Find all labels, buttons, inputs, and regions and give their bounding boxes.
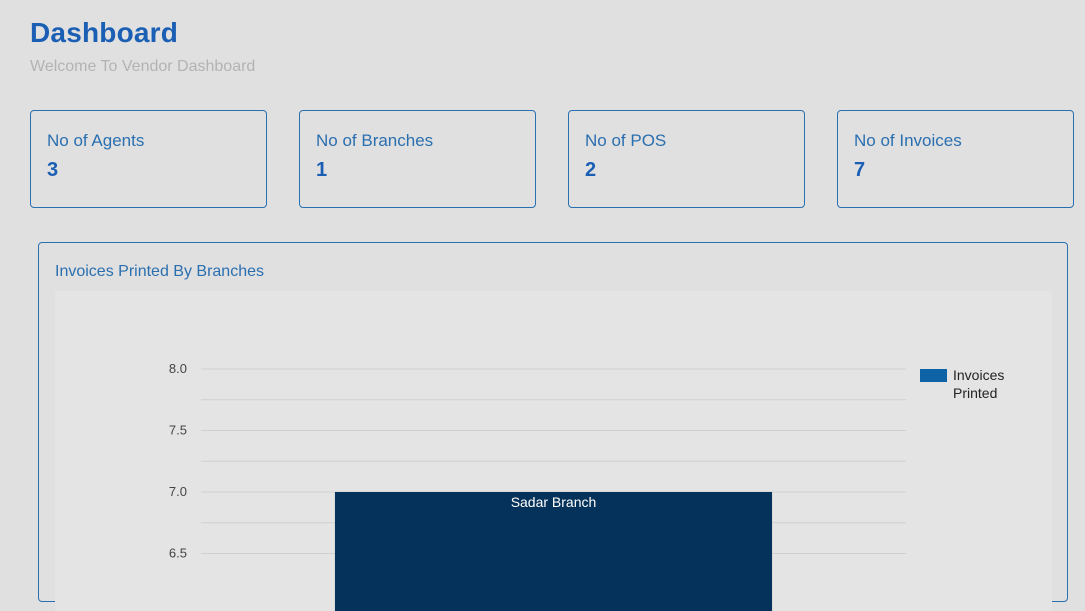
y-tick-label: 7.5	[169, 423, 187, 438]
stat-card-pos[interactable]: No of POS 2	[568, 110, 805, 208]
legend-label: Invoices	[953, 367, 1004, 383]
stat-card-invoices[interactable]: No of Invoices 7	[837, 110, 1074, 208]
y-tick-label: 7.0	[169, 484, 187, 499]
stat-value-agents: 3	[47, 159, 59, 181]
chart-panel: Invoices Printed By Branches 8.0 7.5 7.0 6.…	[38, 242, 1068, 611]
stat-label-branches: No of Branches	[316, 131, 434, 150]
bar-category-label: Sadar Branch	[511, 494, 597, 510]
stat-value-branches: 1	[316, 159, 328, 181]
stat-card-branches[interactable]: No of Branches 1	[299, 110, 536, 208]
stat-label-agents: No of Agents	[47, 131, 145, 150]
stat-card-agents[interactable]: No of Agents 3	[30, 110, 267, 208]
y-tick-label: 6.5	[169, 546, 187, 561]
chart-area: 8.0 7.5 7.0 6.5 Sadar Branch Invoices Printed	[55, 291, 1052, 611]
y-tick-label: 8.0	[169, 361, 187, 376]
chart-title: Invoices Printed By Branches	[55, 263, 264, 280]
stat-value-pos: 2	[585, 159, 597, 181]
page-title: Dashboard	[30, 17, 179, 48]
bar-chart: 8.0 7.5 7.0 6.5 Sadar Branch Invoices Printed	[169, 361, 1004, 611]
stat-value-invoices: 7	[854, 159, 866, 181]
legend-label: Printed	[953, 385, 997, 401]
stat-label-pos: No of POS	[585, 131, 667, 150]
page-subtitle: Welcome To Vendor Dashboard	[30, 58, 256, 75]
legend-swatch	[920, 369, 947, 382]
stat-label-invoices: No of Invoices	[854, 131, 962, 150]
